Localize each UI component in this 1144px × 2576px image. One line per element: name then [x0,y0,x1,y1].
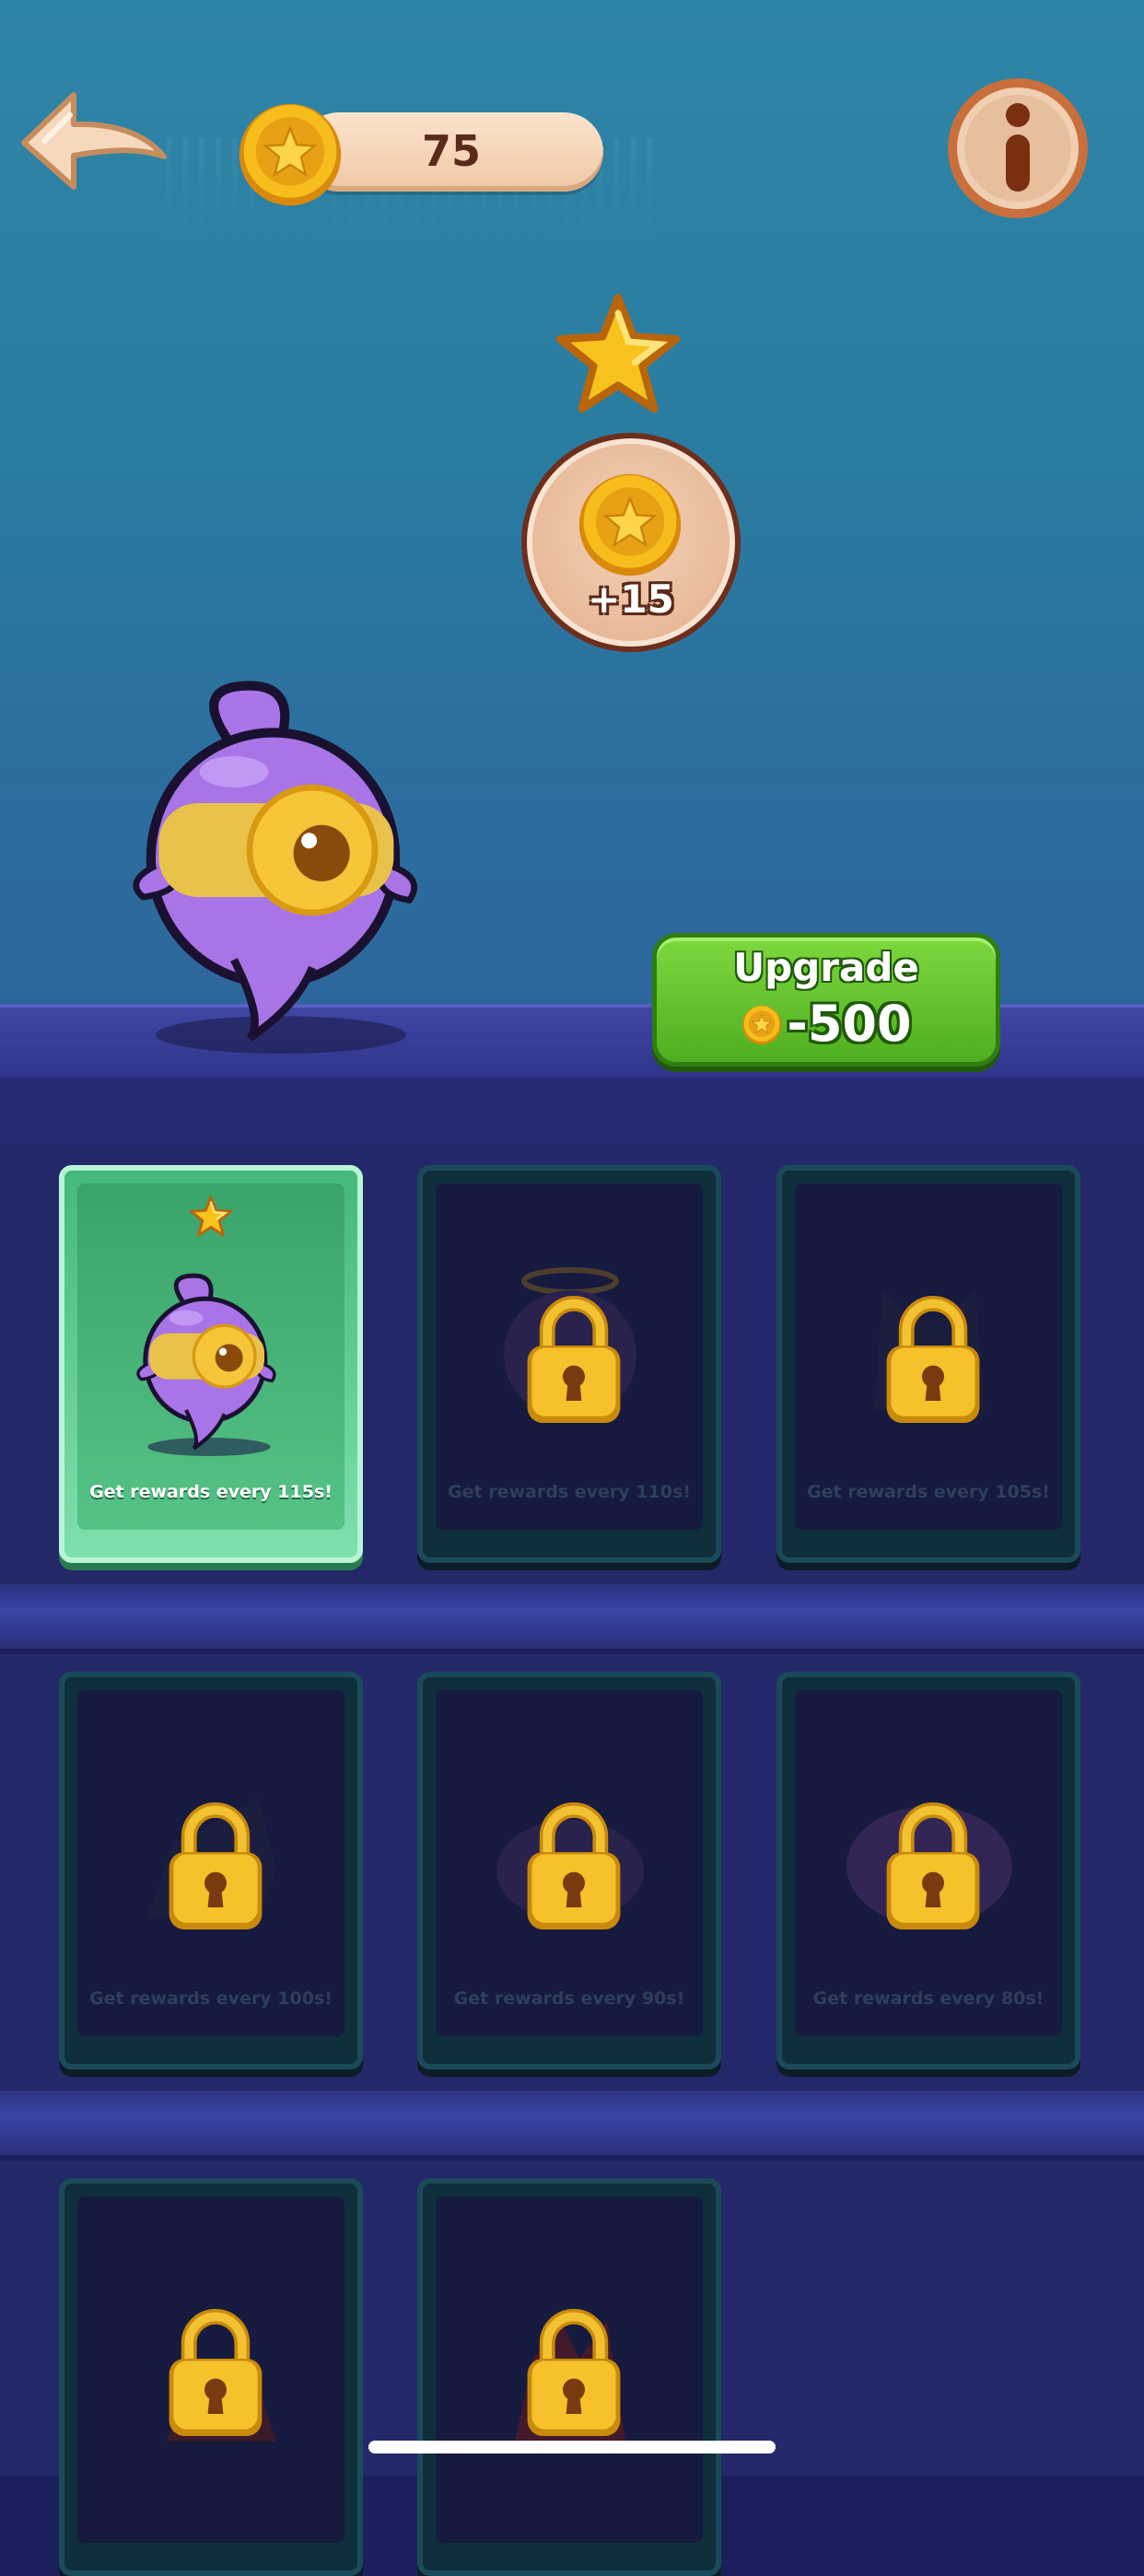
pet-card[interactable]: Get rewards every 115s! [59,1165,363,1563]
cost-coin-icon [741,1004,783,1046]
info-icon [948,78,1088,218]
upgrade-cost: -500 [657,995,996,1053]
card-reward-text: Get rewards every 105s! [807,1482,1050,1502]
pet-card-locked[interactable]: Get rewards every 105s! [776,1165,1080,1563]
shelf-divider [0,2091,1144,2161]
back-button[interactable] [17,87,169,198]
info-button[interactable] [943,74,1092,223]
coin-counter: 75 [235,109,608,197]
pet-card-locked[interactable]: Get rewards every 100s! [59,1672,363,2069]
upgrade-cost-value: -500 [787,995,912,1053]
card-reward-text: Get rewards every 90s! [453,1988,685,2009]
lock-icon [519,1290,629,1428]
home-indicator[interactable] [368,2441,776,2454]
coin-icon [235,99,345,210]
card-reward-text: Get rewards every 100s! [89,1988,333,2009]
reward-badge: +15 [521,433,741,652]
upgrade-button[interactable]: Upgrade -500 [652,933,1000,1067]
reward-coin-icon [575,470,685,580]
card-reward-text: Get rewards every 80s! [812,1988,1045,2009]
level-star-icon [553,290,683,419]
lock-icon [878,1797,988,1935]
lock-icon [519,1797,629,1935]
lock-icon [519,2303,629,2442]
pet-card-locked[interactable]: Get rewards every 80s! [776,1672,1080,2069]
pet-card-locked[interactable] [59,2178,363,2576]
upgrade-label: Upgrade [733,945,919,990]
pet-card-locked[interactable]: Get rewards every 90s! [417,1672,721,2069]
lock-icon [160,1797,271,1935]
card-reward-text: Get rewards every 110s! [448,1482,691,1502]
reward-amount: +15 [588,577,674,622]
pet-card-locked[interactable]: Get rewards every 110s! [417,1165,721,1563]
shelf-divider [0,1584,1144,1654]
pet-card-locked[interactable] [417,2178,721,2576]
back-arrow-icon [21,92,167,190]
stage-ledge-shadow [0,1078,1144,1144]
card-reward-text: Get rewards every 115s! [89,1482,333,1502]
star-icon [188,1195,234,1239]
pet-portrait [131,1272,287,1456]
lock-icon [878,1290,988,1428]
lock-icon [160,2303,271,2442]
selected-pet-character [124,672,438,1059]
